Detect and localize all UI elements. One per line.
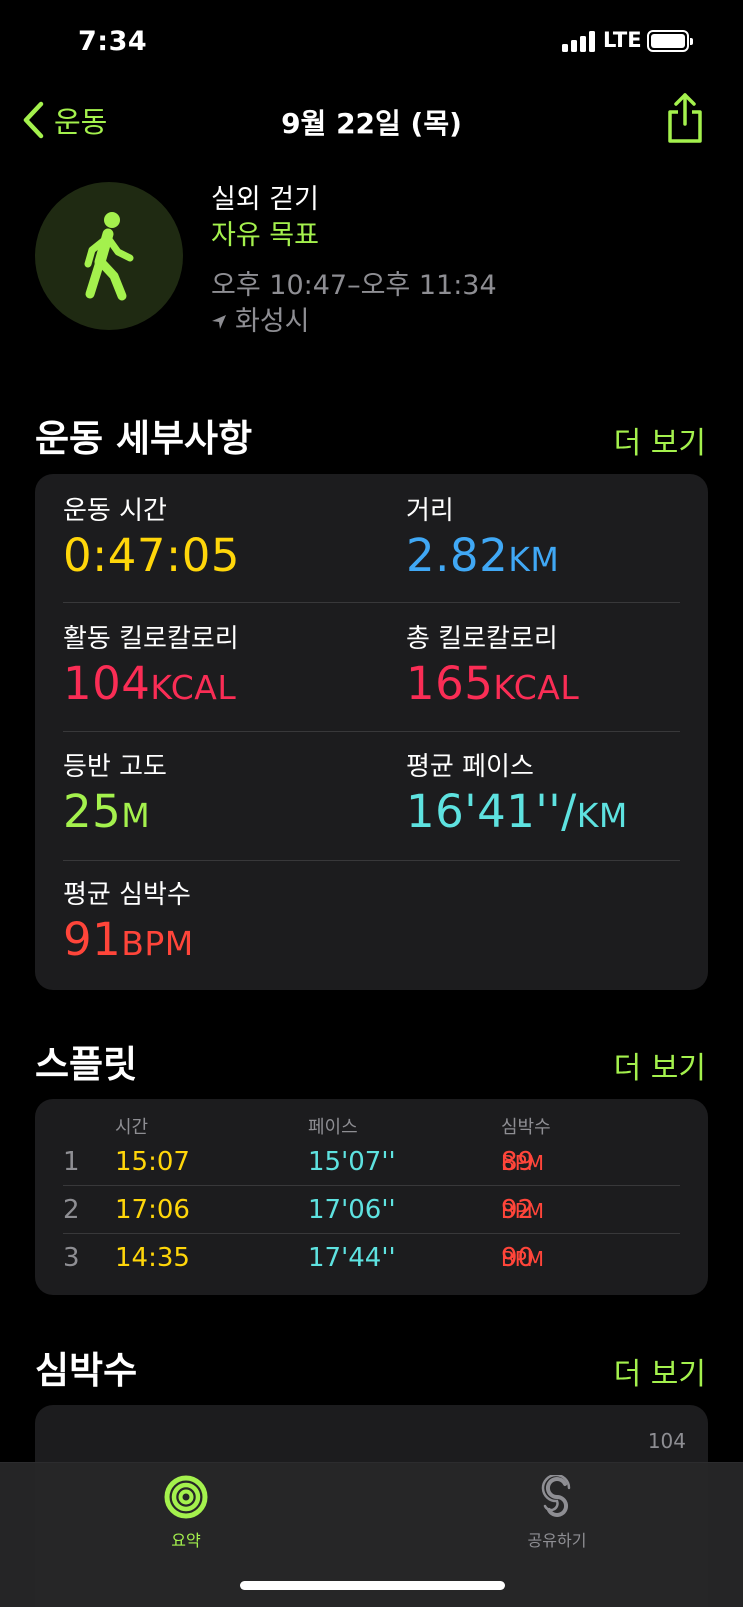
split-pace: 15'07'' [308,1147,396,1177]
metric-label: 운동 시간 [63,496,167,526]
metric-distance: 거리 2.82KM [406,494,559,588]
divider [63,1233,680,1234]
location-arrow-icon [212,315,226,329]
metric-average-heart-rate: 평균 심박수 91BPM [63,878,194,972]
workout-location: 화성시 [211,304,497,340]
metric-label: 거리 [406,496,454,526]
heart-rate-more-link[interactable]: 더 보기 [614,1349,706,1393]
divider [63,602,680,603]
metric-label: 총 킬로칼로리 [406,624,558,654]
tab-label: 공유하기 [527,1531,587,1550]
status-time: 7:34 [78,26,148,57]
sharing-icon [541,1473,571,1517]
split-pace: 17'44'' [308,1243,396,1273]
metric-value: 25M [63,785,151,838]
column-header-pace: 페이스 [308,1117,358,1138]
share-button[interactable] [664,92,706,144]
location-label: 화성시 [235,306,310,337]
home-indicator [240,1581,505,1590]
details-more-link[interactable]: 더 보기 [614,418,706,462]
share-icon [668,93,702,143]
split-heart-rate: 89 BPM [501,1147,545,1177]
divider [63,731,680,732]
split-time: 17:06 [115,1195,190,1225]
metric-label: 평균 심박수 [63,880,191,910]
details-title: 운동 세부사항 [35,417,253,460]
battery-icon [647,30,693,52]
nav-bar: 운동 9월 22일 (목) [0,90,743,150]
metric-total-calories: 총 킬로칼로리 165KCAL [406,622,579,716]
split-heart-rate: 92 BPM [501,1195,545,1225]
metric-label: 등반 고도 [63,752,167,782]
workout-time-range: 오후 10:47–오후 11:34 [211,270,497,301]
split-time: 15:07 [115,1147,190,1177]
splits-card[interactable]: 시간 페이스 심박수 1 15:07 15'07'' 89 BPM 2 17:06… [35,1099,708,1295]
metric-label: 활동 킬로칼로리 [63,624,239,654]
split-index: 2 [63,1195,80,1225]
workout-details-card[interactable]: 운동 시간 0:47:05 거리 2.82KM 활동 킬로칼로리 104KCAL… [35,474,708,990]
column-header-heart-rate: 심박수 [501,1117,551,1138]
split-heart-rate: 90 BPM [501,1243,545,1273]
split-time: 14:35 [115,1243,190,1273]
splits-title: 스플릿 [35,1043,138,1086]
metric-value: 91BPM [63,913,194,966]
signal-icon [562,30,598,52]
metric-value: 165KCAL [406,657,580,710]
metric-value: 2.82KM [406,529,560,582]
status-bar: 7:34 LTE [0,0,743,84]
activity-rings-icon [164,1475,208,1519]
metric-duration: 운동 시간 0:47:05 [63,494,240,588]
split-index: 1 [63,1147,80,1177]
metric-value: 104KCAL [63,657,237,710]
tab-sharing[interactable]: 공유하기 [497,1473,617,1551]
network-label: LTE [603,28,642,52]
tab-summary[interactable]: 요약 [126,1475,246,1551]
split-pace: 17'06'' [308,1195,396,1225]
metric-average-pace: 평균 페이스 16'41''/KM [406,750,628,844]
splits-more-link[interactable]: 더 보기 [614,1043,706,1087]
split-index: 3 [63,1243,80,1273]
workout-goal: 자유 목표 [211,220,319,251]
tab-label: 요약 [171,1531,201,1550]
divider [63,1185,680,1186]
metric-elevation-gain: 등반 고도 25M [63,750,167,844]
metric-active-calories: 활동 킬로칼로리 104KCAL [63,622,239,716]
heart-rate-max-label: 104 [647,1429,686,1453]
workout-header: 실외 걷기 자유 목표 오후 10:47–오후 11:34 화성시 [35,182,735,342]
heart-rate-title: 심박수 [35,1349,138,1392]
metric-value: 16'41''/KM [406,785,628,838]
metric-label: 평균 페이스 [406,752,534,782]
walking-icon [35,182,183,330]
divider [63,860,680,861]
workout-type: 실외 걷기 [211,184,319,215]
metric-value: 0:47:05 [63,529,240,582]
column-header-time: 시간 [115,1117,149,1138]
page-title: 9월 22일 (목) [281,107,462,140]
